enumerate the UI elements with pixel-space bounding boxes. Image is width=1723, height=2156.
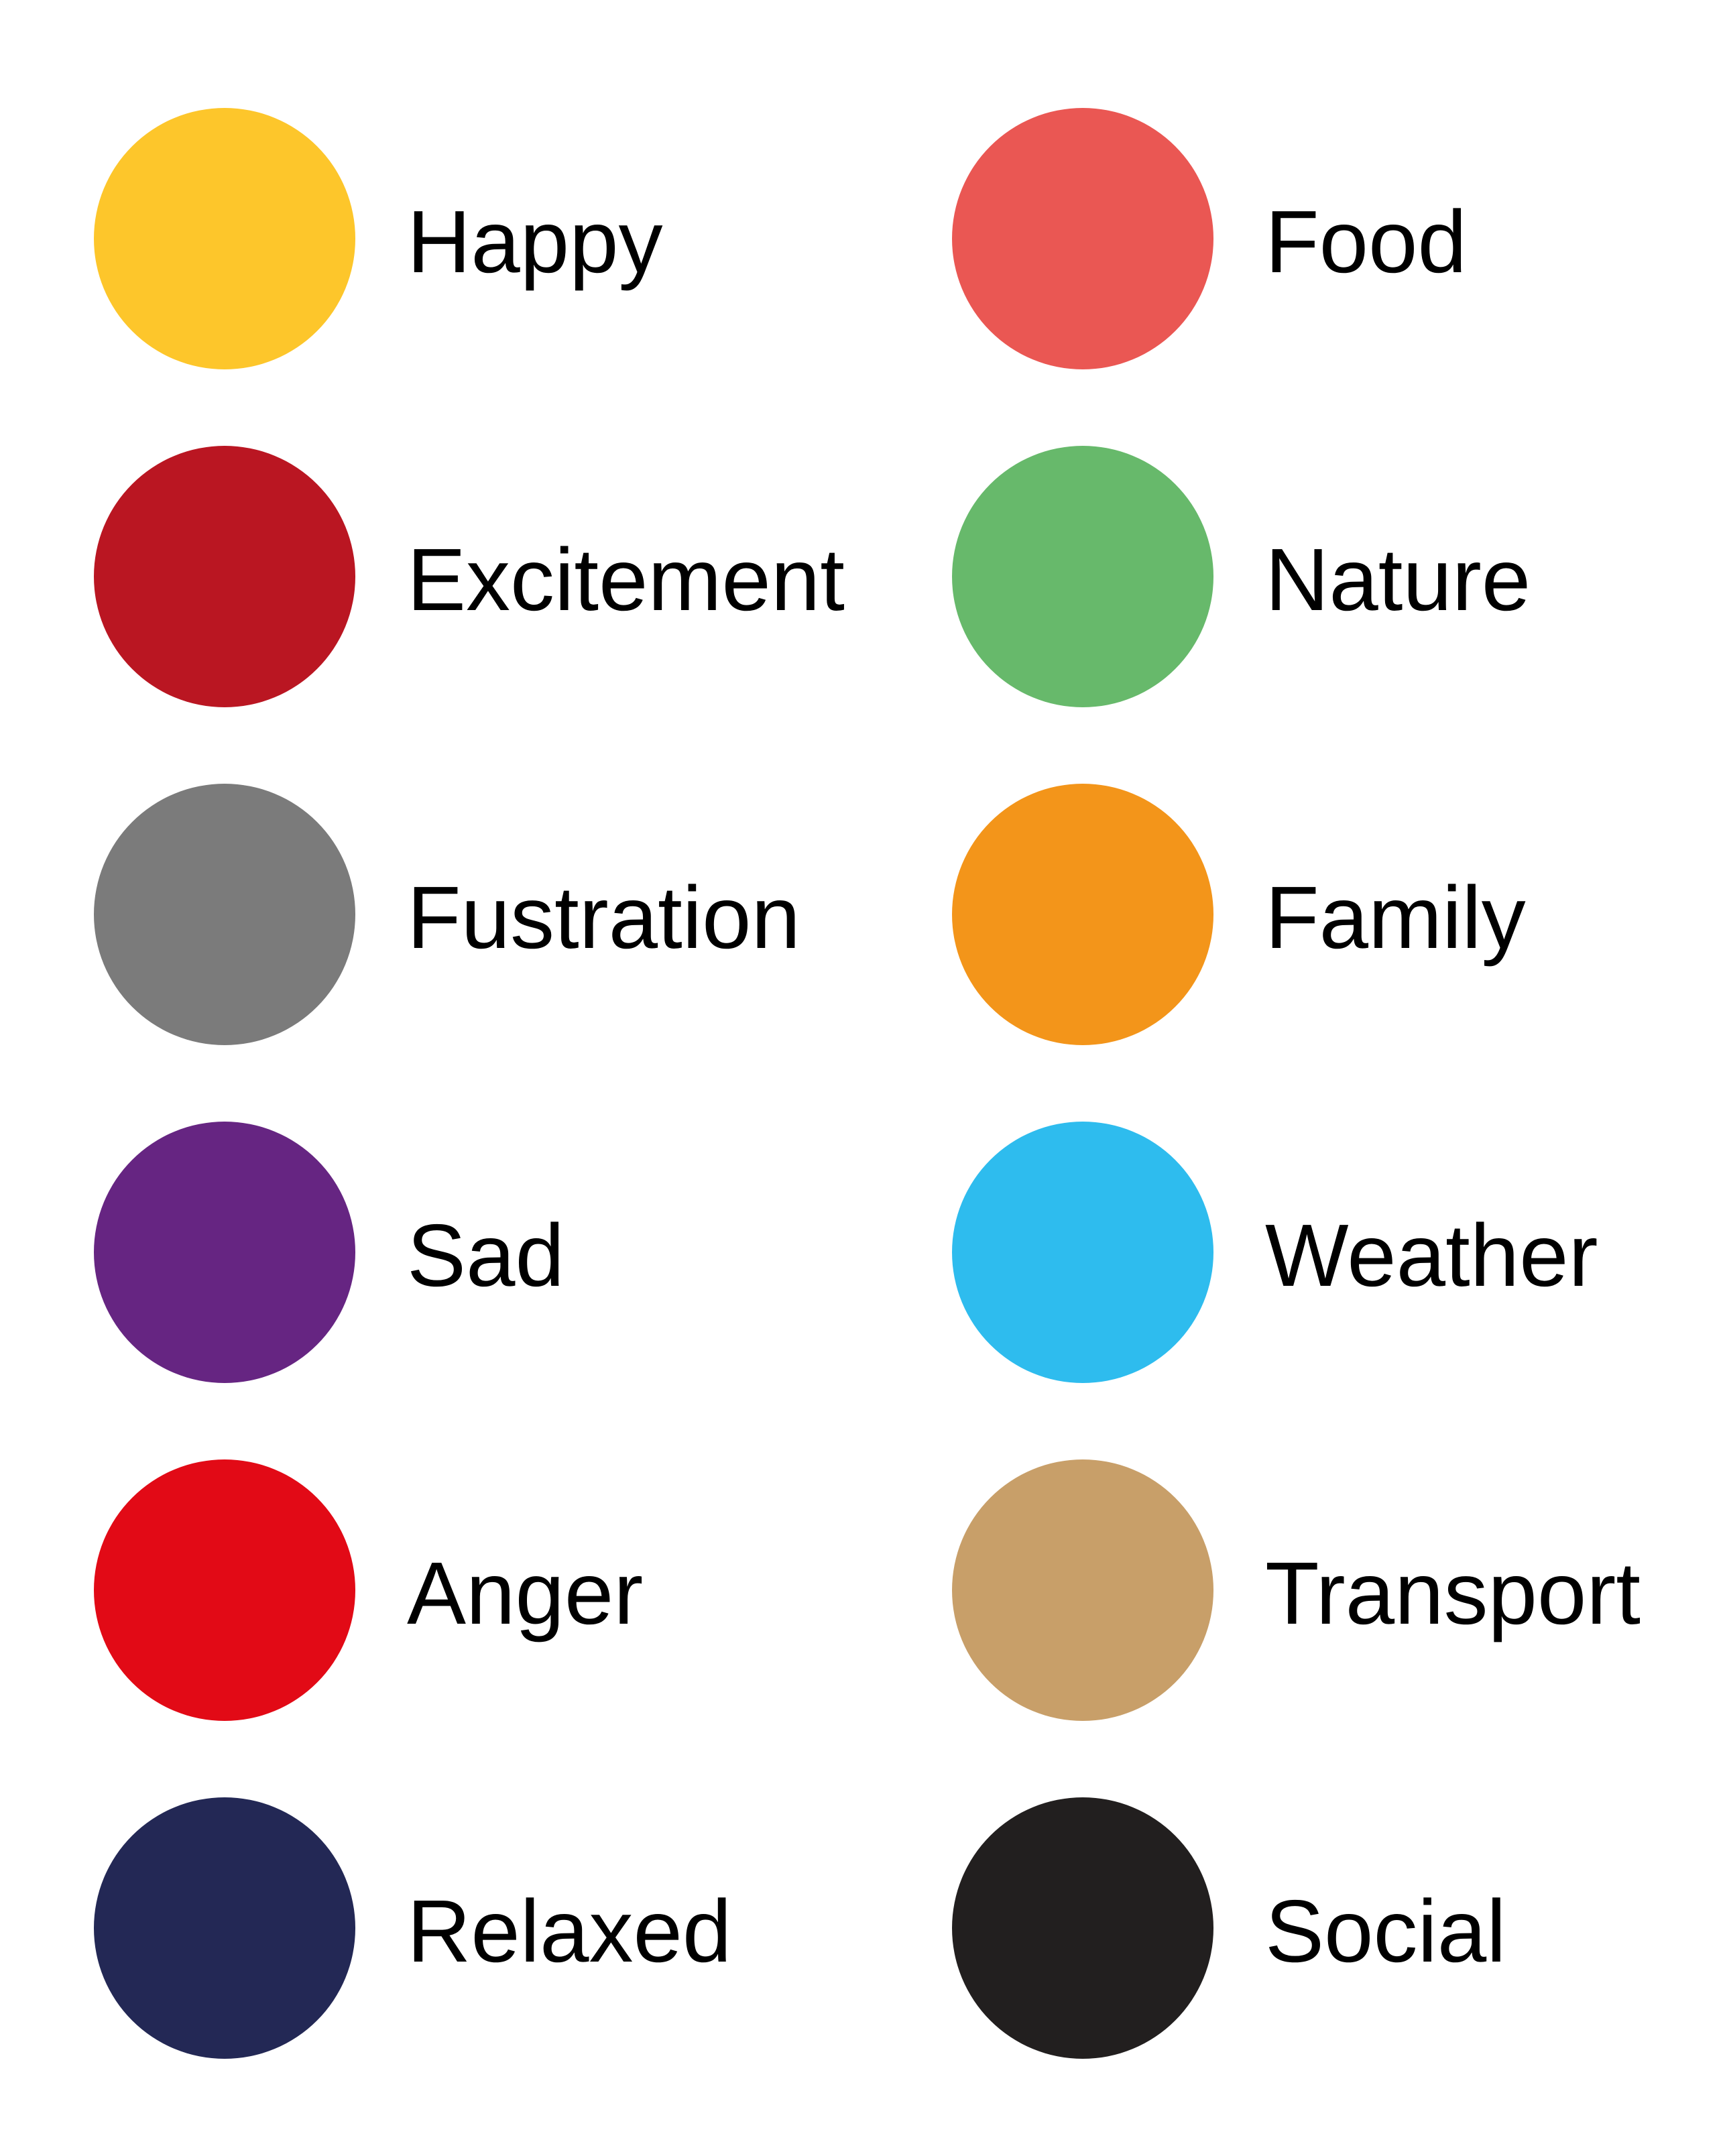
- legend-label: Fustration: [407, 868, 800, 967]
- legend-item-happy: Happy: [94, 108, 663, 369]
- legend-label: Family: [1265, 868, 1526, 967]
- legend-item-fustration: Fustration: [94, 784, 800, 1045]
- legend-label: Relaxed: [407, 1882, 732, 1980]
- legend-item-anger: Anger: [94, 1459, 643, 1721]
- legend-label: Happy: [407, 192, 663, 291]
- legend-label: Nature: [1265, 530, 1531, 629]
- fustration-color-circle: [94, 784, 355, 1045]
- legend-label: Social: [1265, 1882, 1506, 1980]
- transport-color-circle: [952, 1459, 1213, 1721]
- legend-label: Weather: [1265, 1206, 1598, 1305]
- weather-color-circle: [952, 1122, 1213, 1383]
- legend-item-transport: Transport: [952, 1459, 1641, 1721]
- legend-item-family: Family: [952, 784, 1526, 1045]
- legend-item-relaxed: Relaxed: [94, 1797, 731, 2059]
- legend-item-nature: Nature: [952, 446, 1531, 707]
- food-color-circle: [952, 108, 1213, 369]
- happy-color-circle: [94, 108, 355, 369]
- color-legend: Happy Excitement Fustration Sad Anger Re…: [0, 0, 1723, 2156]
- nature-color-circle: [952, 446, 1213, 707]
- anger-color-circle: [94, 1459, 355, 1721]
- family-color-circle: [952, 784, 1213, 1045]
- legend-label: Transport: [1265, 1544, 1641, 1642]
- legend-item-weather: Weather: [952, 1122, 1598, 1383]
- legend-item-food: Food: [952, 108, 1467, 369]
- excitement-color-circle: [94, 446, 355, 707]
- legend-item-sad: Sad: [94, 1122, 565, 1383]
- legend-label: Food: [1265, 192, 1467, 291]
- legend-label: Excitement: [407, 530, 845, 629]
- sad-color-circle: [94, 1122, 355, 1383]
- legend-item-excitement: Excitement: [94, 446, 845, 707]
- legend-item-social: Social: [952, 1797, 1506, 2059]
- relaxed-color-circle: [94, 1797, 355, 2059]
- legend-label: Anger: [407, 1544, 644, 1642]
- legend-label: Sad: [407, 1206, 565, 1305]
- social-color-circle: [952, 1797, 1213, 2059]
